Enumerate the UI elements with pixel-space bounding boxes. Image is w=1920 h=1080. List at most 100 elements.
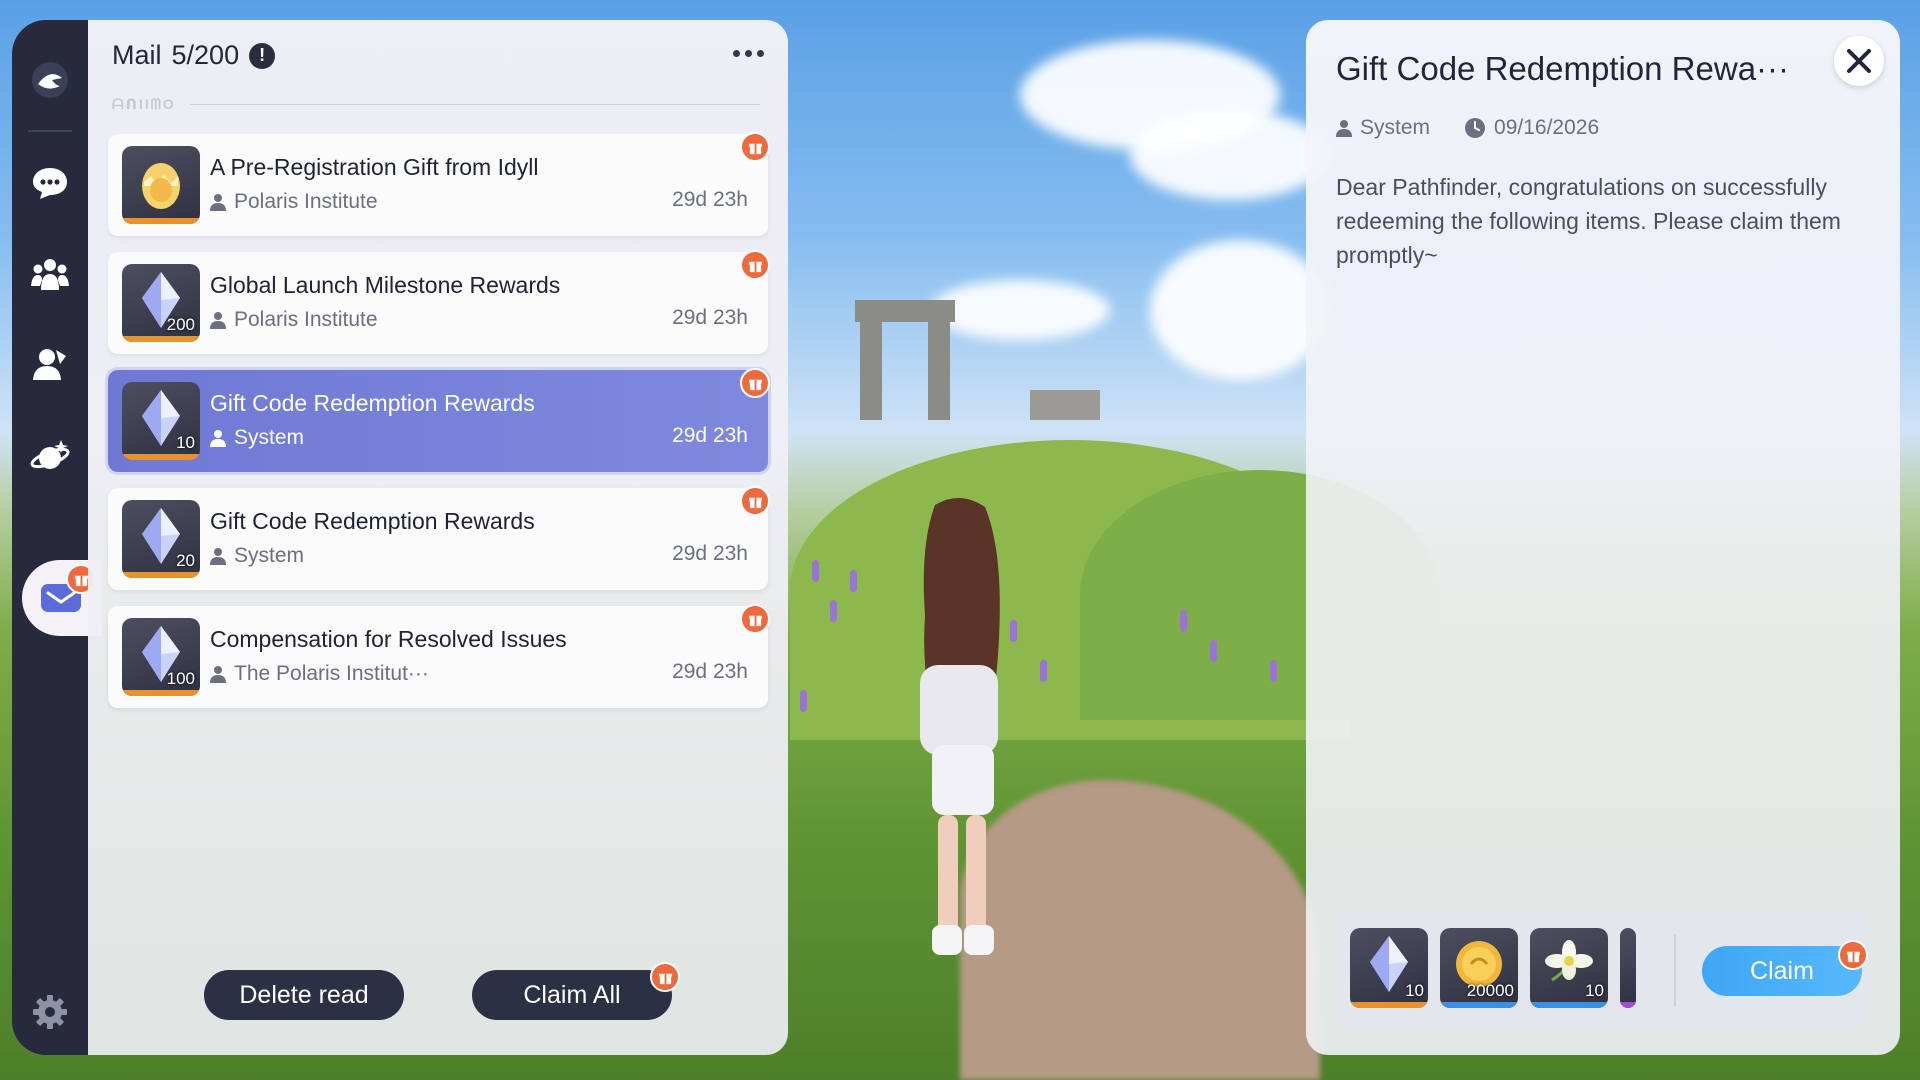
- rarity-bar: [1530, 1002, 1608, 1008]
- dot: [745, 50, 752, 57]
- rarity-bar: [122, 218, 200, 224]
- reward-item[interactable]: 10: [1350, 928, 1428, 1008]
- mail-list-item[interactable]: 100 Compensation for Resolved Issues The…: [108, 604, 770, 708]
- detail-sender-name: System: [1360, 116, 1431, 139]
- dot: [757, 50, 764, 57]
- info-alert-icon[interactable]: !: [249, 42, 276, 69]
- mail-detail-panel: Gift Code Redemption Rewa··· System 09/1…: [1306, 20, 1900, 1055]
- person-icon: [210, 430, 226, 447]
- mail-expiry-time: 29d 23h: [672, 542, 748, 565]
- mail-header: Mail 5/200 !: [112, 40, 276, 71]
- mail-expiry-time: 29d 23h: [672, 660, 748, 683]
- reward-item-partial[interactable]: [1620, 928, 1636, 1008]
- mail-subject: Compensation for Resolved Issues: [210, 626, 567, 652]
- gift-badge-icon: [1838, 940, 1868, 970]
- brand-divider: ᗩᑎIIᗰO: [112, 96, 760, 113]
- reward-quantity: 10: [1405, 981, 1424, 1000]
- mail-list: A Pre-Registration Gift from Idyll Polar…: [108, 132, 770, 724]
- side-nav-rail: [12, 20, 102, 1055]
- rarity-bar: [1440, 1002, 1518, 1008]
- mail-sender: The Polaris Institut···: [210, 662, 429, 686]
- mail-expiry-time: 29d 23h: [672, 188, 748, 211]
- mail-detail-body: Dear Pathfinder, congratulations on succ…: [1336, 174, 1841, 268]
- mail-sender-name: Polaris Institute: [234, 190, 378, 213]
- chat-button[interactable]: [12, 154, 88, 210]
- delete-read-button[interactable]: Delete read: [204, 970, 404, 1020]
- mail-sender-name: Polaris Institute: [234, 308, 378, 331]
- friends-icon: [33, 349, 66, 380]
- page-title: Mail: [112, 40, 162, 70]
- person-icon: [210, 548, 226, 565]
- item-quantity: 10: [176, 433, 195, 452]
- settings-button[interactable]: [12, 984, 88, 1040]
- clock-icon: [1465, 118, 1486, 138]
- reward-quantity: 10: [1585, 981, 1604, 1000]
- mail-sender: System: [210, 544, 304, 568]
- reward-item[interactable]: 20000: [1440, 928, 1518, 1008]
- mail-subject: Gift Code Redemption Rewards: [210, 390, 535, 416]
- person-icon: [210, 666, 226, 683]
- gift-badge-icon: [650, 962, 680, 992]
- mail-sender-name: System: [234, 544, 305, 567]
- chat-icon: [33, 168, 67, 199]
- divider: [1674, 934, 1676, 1006]
- mail-count: 5/200: [171, 40, 240, 70]
- mail-subject: Gift Code Redemption Rewards: [210, 508, 535, 534]
- mail-list-item[interactable]: 20 Gift Code Redemption Rewards System 2…: [108, 486, 770, 590]
- mail-footer-actions: Delete read Claim All: [204, 962, 680, 1020]
- mail-sender-name: The Polaris Institut···: [234, 662, 429, 685]
- mail-sender-name: System: [234, 426, 305, 449]
- brand-watermark-logo: ᗩᑎIIᗰO: [112, 96, 176, 112]
- mail-thumbnail: 10: [122, 382, 200, 460]
- rarity-bar: [122, 454, 200, 460]
- gift-badge-icon: [740, 486, 770, 516]
- planet-button[interactable]: [12, 428, 88, 484]
- mail-list-item[interactable]: A Pre-Registration Gift from Idyll Polar…: [108, 132, 770, 236]
- divider: [189, 104, 760, 105]
- mail-thumbnail: 20: [122, 500, 200, 578]
- more-options-button[interactable]: [733, 50, 764, 57]
- item-quantity: 100: [166, 669, 195, 688]
- community-icon: [31, 259, 69, 290]
- claim-button[interactable]: Claim: [1702, 940, 1868, 996]
- dot: [733, 50, 740, 57]
- mail-thumbnail: 200: [122, 264, 200, 342]
- gear-icon: [33, 995, 67, 1029]
- mail-list-item[interactable]: 200 Global Launch Milestone Rewards Pola…: [108, 250, 770, 354]
- reward-bar: 10 20000 10 Claim: [1338, 912, 1870, 1030]
- reward-item[interactable]: 10: [1530, 928, 1608, 1008]
- reward-quantity: 20000: [1466, 981, 1514, 1000]
- player-character: [920, 497, 1000, 955]
- close-icon: [1847, 49, 1871, 73]
- mail-panel: Mail 5/200 ! ᗩᑎIIᗰO A Pre-Registration G…: [88, 20, 788, 1055]
- item-quantity: 20: [176, 551, 195, 570]
- detail-date-value: 09/16/2026: [1494, 116, 1600, 139]
- mail-expiry-time: 29d 23h: [672, 424, 748, 447]
- rarity-bar: [1620, 1002, 1636, 1008]
- planet-icon: [30, 440, 70, 469]
- person-icon: [1336, 120, 1352, 137]
- gift-badge-icon: [740, 604, 770, 634]
- gift-badge-icon: [740, 368, 770, 398]
- mail-sender: System: [210, 426, 304, 450]
- mail-thumbnail: [122, 146, 200, 224]
- detail-sender: System: [1336, 116, 1430, 140]
- game-logo-button[interactable]: [12, 52, 88, 108]
- gift-badge-icon: [740, 132, 770, 162]
- rarity-bar: [122, 336, 200, 342]
- community-button[interactable]: [12, 246, 88, 302]
- person-icon: [210, 312, 226, 329]
- mail-sender: Polaris Institute: [210, 308, 378, 332]
- friends-button[interactable]: [12, 336, 88, 392]
- logo-icon: [32, 62, 68, 98]
- gift-badge-icon: [740, 250, 770, 280]
- close-button[interactable]: [1834, 36, 1884, 86]
- mail-sender: Polaris Institute: [210, 190, 378, 214]
- rarity-bar: [122, 572, 200, 578]
- claim-label: Claim: [1750, 956, 1814, 985]
- item-quantity: 200: [166, 315, 195, 334]
- rarity-bar: [1350, 1002, 1428, 1008]
- claim-all-button[interactable]: Claim All: [472, 962, 680, 1020]
- mail-list-item-selected[interactable]: 10 Gift Code Redemption Rewards System 2…: [108, 368, 770, 472]
- detail-date: 09/16/2026: [1464, 116, 1599, 140]
